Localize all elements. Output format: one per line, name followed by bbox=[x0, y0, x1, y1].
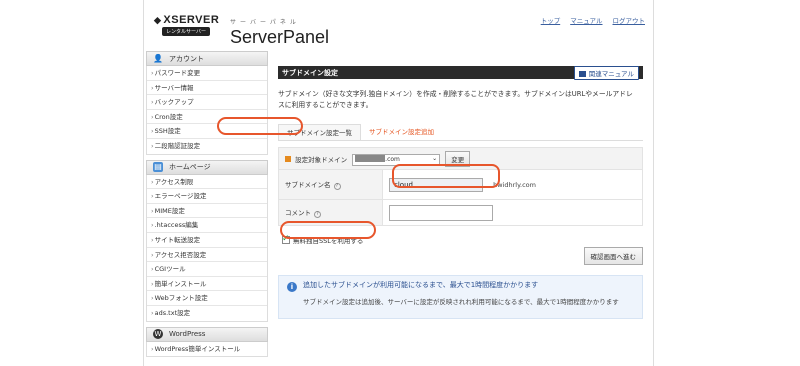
help-icon[interactable]: ? bbox=[314, 211, 321, 218]
sidebar-item-webfont[interactable]: Webフォント設定 bbox=[147, 291, 267, 306]
related-manual-button[interactable]: 関連マニュアル bbox=[573, 65, 639, 80]
book-icon bbox=[578, 70, 586, 77]
sidebar-item-access-restriction[interactable]: アクセス制限 bbox=[147, 175, 267, 190]
main-content: サブドメイン設定 関連マニュアル サブドメイン（好きな文字列.独自ドメイン）を作… bbox=[278, 65, 643, 319]
subdomain-label: サブドメイン名 bbox=[285, 181, 331, 189]
sidebar: 👤 アカウント パスワード変更 サーバー情報 バックアップ Cron設定 SSH… bbox=[146, 51, 268, 362]
domain-select[interactable]: .com ⌄ bbox=[352, 153, 441, 166]
tab-subdomain-list[interactable]: サブドメイン設定一覧 bbox=[278, 124, 361, 140]
sidebar-item-server-info[interactable]: サーバー情報 bbox=[147, 81, 267, 96]
homepage-menu: アクセス制限 エラーページ設定 MIME設定 .htaccess編集 サイト転送… bbox=[146, 174, 268, 322]
sidebar-section-wordpress: W WordPress bbox=[146, 326, 268, 342]
logo-text: XSERVER bbox=[154, 14, 226, 26]
info-box: i 追加したサブドメインが利用可能になるまで、最大で1時間程度かかります サブドメ… bbox=[278, 275, 643, 319]
manual-button-label: 関連マニュアル bbox=[588, 69, 634, 78]
sidebar-item-cgi[interactable]: CGIツール bbox=[147, 262, 267, 277]
subdomain-input[interactable] bbox=[389, 177, 483, 192]
info-title: 追加したサブドメインが利用可能になるまで、最大で1時間程度かかります bbox=[303, 281, 539, 289]
section-title: ホームページ bbox=[169, 163, 211, 172]
subdomain-suffix: .hwidhrly.com bbox=[491, 180, 536, 189]
sidebar-item-backup[interactable]: バックアップ bbox=[147, 95, 267, 110]
comment-label: コメント bbox=[285, 209, 311, 217]
section-title: アカウント bbox=[169, 54, 204, 63]
main-heading-bar: サブドメイン設定 関連マニュアル bbox=[278, 65, 643, 80]
info-title-row: i 追加したサブドメインが利用可能になるまで、最大で1時間程度かかります bbox=[287, 280, 634, 292]
confirm-button[interactable]: 確認画面へ進む bbox=[583, 247, 643, 265]
comment-value-cell bbox=[382, 199, 643, 226]
subdomain-value-cell: .hwidhrly.com bbox=[382, 169, 643, 200]
logo-badge: レンタルサーバー bbox=[162, 27, 210, 36]
wordpress-menu: WordPress簡単インストール bbox=[146, 341, 268, 358]
info-body: サブドメイン設定は追加後、サーバーに設定が反映されれ利用可能になるまで、最大で1… bbox=[303, 298, 619, 306]
sidebar-item-site-transfer[interactable]: サイト転送設定 bbox=[147, 233, 267, 248]
wordpress-icon: W bbox=[153, 329, 163, 339]
page-description: サブドメイン（好きな文字列.独自ドメイン）を作成・削除することができます。サブド… bbox=[278, 90, 633, 109]
domain-cell: 設定対象ドメイン .com ⌄ 変更 bbox=[278, 147, 643, 170]
sidebar-item-cron[interactable]: Cron設定 bbox=[147, 110, 267, 125]
sidebar-item-adstxt[interactable]: ads.txt設定 bbox=[147, 306, 267, 321]
help-icon[interactable]: ? bbox=[333, 183, 341, 190]
xserver-logo[interactable]: XSERVER レンタルサーバー bbox=[154, 14, 226, 36]
section-title: WordPress bbox=[169, 330, 206, 338]
sidebar-section-account: 👤 アカウント bbox=[146, 51, 268, 66]
sidebar-item-wp-install[interactable]: WordPress簡単インストール bbox=[147, 342, 267, 357]
ssl-label[interactable]: 無料独自SSLを利用する bbox=[293, 235, 363, 245]
confirm-area: 確認画面へ進む bbox=[278, 247, 643, 265]
comment-label-cell: コメント? bbox=[278, 199, 383, 226]
subdomain-form: 設定対象ドメイン .com ⌄ 変更 サブドメイン名? .hwidhrly.co… bbox=[278, 147, 643, 226]
sidebar-item-error-page[interactable]: エラーページ設定 bbox=[147, 189, 267, 204]
user-icon: 👤 bbox=[153, 53, 163, 63]
sidebar-item-password[interactable]: パスワード変更 bbox=[147, 66, 267, 81]
domain-label: 設定対象ドメイン bbox=[295, 155, 348, 164]
form-row-domain: 設定対象ドメイン .com ⌄ 変更 bbox=[278, 147, 643, 170]
panel-subtitle: サーバーパネル bbox=[230, 19, 300, 26]
subdomain-label-cell: サブドメイン名? bbox=[278, 169, 383, 200]
sidebar-item-easy-install[interactable]: 簡単インストール bbox=[147, 277, 267, 292]
page-heading: サブドメイン設定 bbox=[282, 68, 338, 77]
required-icon bbox=[285, 155, 291, 162]
tab-bar: サブドメイン設定一覧 サブドメイン設定追加 bbox=[278, 124, 643, 141]
sidebar-item-mime[interactable]: MIME設定 bbox=[147, 204, 267, 219]
tab-subdomain-add[interactable]: サブドメイン設定追加 bbox=[361, 124, 442, 140]
info-icon: i bbox=[287, 282, 297, 292]
form-row-comment: コメント? bbox=[278, 199, 643, 226]
sidebar-item-ssh[interactable]: SSH設定 bbox=[147, 124, 267, 139]
account-menu: パスワード変更 サーバー情報 バックアップ Cron設定 SSH設定 二段階認証… bbox=[146, 66, 268, 155]
top-link[interactable]: トップ bbox=[541, 15, 561, 25]
ssl-checkbox[interactable] bbox=[282, 234, 290, 244]
top-links: トップ マニュアル ログアウト bbox=[541, 15, 645, 25]
domain-value: .com bbox=[385, 155, 400, 163]
panel-title: ServerPanel bbox=[230, 27, 330, 47]
page-frame: XSERVER レンタルサーバー サーバーパネル ServerPanel トップ… bbox=[143, 0, 654, 366]
sidebar-section-homepage: ▤ ホームページ bbox=[146, 159, 268, 175]
sidebar-item-2fa[interactable]: 二段階認証設定 bbox=[147, 139, 267, 154]
manual-link[interactable]: マニュアル bbox=[570, 15, 602, 25]
logout-link[interactable]: ログアウト bbox=[613, 15, 646, 25]
redacted-domain bbox=[355, 154, 386, 162]
change-domain-button[interactable]: 変更 bbox=[445, 150, 471, 167]
ssl-option: 無料独自SSLを利用する bbox=[278, 233, 643, 247]
sidebar-item-access-deny[interactable]: アクセス拒否設定 bbox=[147, 248, 267, 263]
chevron-down-icon: ⌄ bbox=[432, 154, 438, 162]
form-row-subdomain: サブドメイン名? .hwidhrly.com bbox=[278, 169, 643, 200]
homepage-icon: ▤ bbox=[153, 162, 163, 173]
comment-input[interactable] bbox=[389, 204, 493, 221]
sidebar-item-htaccess[interactable]: .htaccess編集 bbox=[147, 218, 267, 233]
